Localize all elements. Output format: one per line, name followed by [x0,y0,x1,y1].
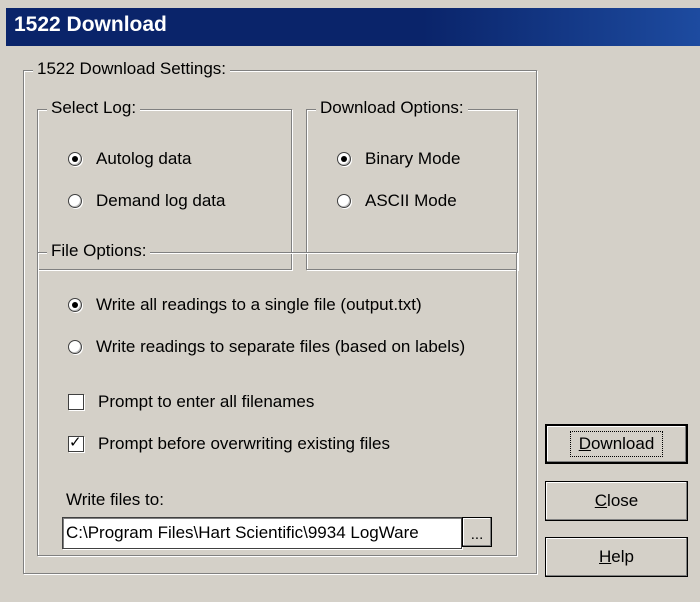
download-options-group: Download Options: Binary Mode ASCII Mode [306,98,518,270]
download-options-legend: Download Options: [316,98,468,118]
download-button[interactable]: Download [545,424,688,464]
prompt-filenames-checkbox-label: Prompt to enter all filenames [98,392,315,411]
window-title: 1522 Download [14,13,167,36]
single-file-radio-indicator[interactable] [68,298,82,312]
binary-mode-radio-indicator[interactable] [337,152,351,166]
dialog-client-area: 1522 Download Settings: Select Log: Auto… [6,46,700,602]
title-bar[interactable]: 1522 Download [6,8,700,46]
close-accel: C [594,491,608,510]
close-button-text: Close [595,491,638,511]
close-button-label: lose [607,491,639,510]
single-file-radio-label: Write all readings to a single file (out… [96,295,422,314]
help-accel: H [599,547,612,566]
binary-mode-radio-label: Binary Mode [365,149,461,168]
separate-files-radio[interactable]: Write readings to separate files (based … [68,337,465,357]
prompt-filenames-checkbox[interactable]: Prompt to enter all filenames [68,392,314,412]
demand-log-radio-label: Demand log data [96,191,226,210]
separate-files-radio-label: Write readings to separate files (based … [96,337,466,356]
ascii-mode-radio-label: ASCII Mode [365,191,457,210]
prompt-filenames-checkbox-box[interactable] [68,394,84,410]
output-path-field[interactable]: C:\Program Files\Hart Scientific\9934 Lo… [62,517,462,549]
autolog-radio-label: Autolog data [96,149,192,168]
help-button[interactable]: Help [545,537,688,577]
help-button-label: elp [611,547,634,566]
demand-log-radio-indicator[interactable] [68,194,82,208]
file-options-group: File Options: Write all readings to a si… [37,241,517,556]
separate-files-radio-indicator[interactable] [68,340,82,354]
help-button-text: Help [599,547,634,567]
download-accel: D [578,434,591,453]
autolog-radio[interactable]: Autolog data [68,149,191,169]
output-path-value: C:\Program Files\Hart Scientific\9934 Lo… [66,523,419,542]
download-settings-legend: 1522 Download Settings: [33,59,231,79]
demand-log-radio[interactable]: Demand log data [68,191,225,211]
prompt-overwrite-checkbox-label: Prompt before overwriting existing files [98,434,390,453]
download-button-label: ownload [590,434,655,453]
close-button[interactable]: Close [545,481,688,521]
binary-mode-radio[interactable]: Binary Mode [337,149,460,169]
write-files-to-label: Write files to: [66,490,164,509]
ascii-mode-radio[interactable]: ASCII Mode [337,191,457,211]
download-button-focus: Download [569,431,664,457]
autolog-radio-indicator[interactable] [68,152,82,166]
single-file-radio[interactable]: Write all readings to a single file (out… [68,295,422,315]
browse-button[interactable]: ... [462,517,492,547]
prompt-overwrite-checkbox[interactable]: ✓ Prompt before overwriting existing fil… [68,434,390,454]
prompt-overwrite-checkbox-box[interactable]: ✓ [68,434,84,452]
ascii-mode-radio-indicator[interactable] [337,194,351,208]
file-options-legend: File Options: [47,241,151,261]
browse-button-label: ... [470,526,484,543]
select-log-legend: Select Log: [47,98,141,118]
download-dialog: 1522 Download 1522 Download Settings: Se… [0,0,700,602]
checkmark-icon: ✓ [69,434,82,451]
